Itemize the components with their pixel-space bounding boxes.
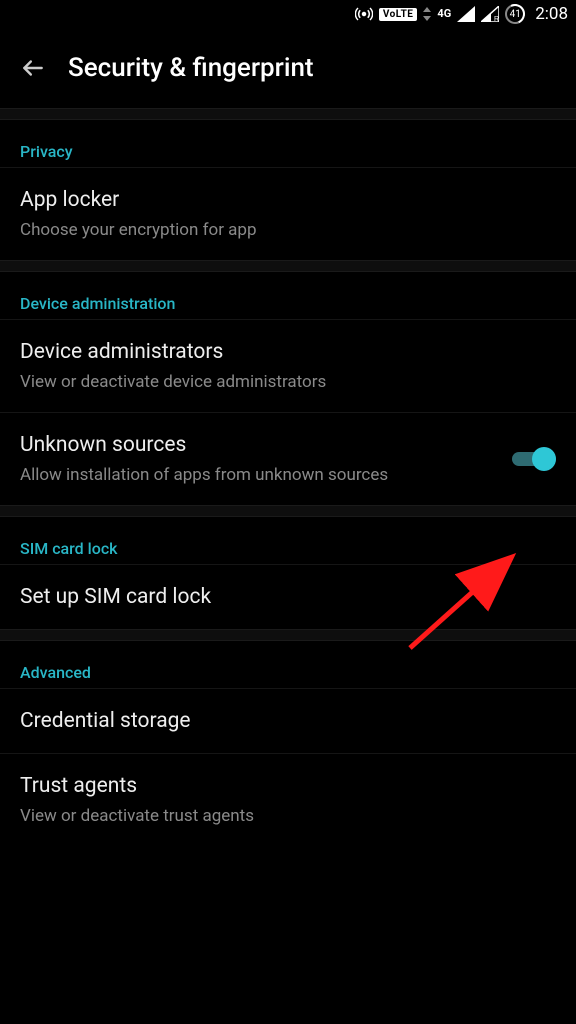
network-type-label: 4G xyxy=(437,9,451,19)
status-bar: VoLTE 4G R 41 2:08 xyxy=(0,0,576,28)
page-title: Security & fingerprint xyxy=(68,53,314,83)
toggle-thumb xyxy=(532,447,556,471)
section-divider xyxy=(0,505,576,517)
item-device-administrators[interactable]: Device administrators View or deactivate… xyxy=(0,319,576,412)
item-title: Unknown sources xyxy=(20,431,494,459)
section-header-device-admin: Device administration xyxy=(0,272,576,319)
battery-icon: 41 xyxy=(505,4,525,24)
item-title: Credential storage xyxy=(20,707,556,735)
item-subtitle: View or deactivate device administrators xyxy=(20,370,556,394)
item-unknown-sources[interactable]: Unknown sources Allow installation of ap… xyxy=(0,412,576,505)
item-app-locker[interactable]: App locker Choose your encryption for ap… xyxy=(0,167,576,260)
app-bar: Security & fingerprint xyxy=(0,28,576,108)
data-arrows-icon xyxy=(423,7,431,21)
svg-text:R: R xyxy=(494,16,499,22)
item-title: App locker xyxy=(20,186,556,214)
item-trust-agents[interactable]: Trust agents View or deactivate trust ag… xyxy=(0,753,576,846)
item-subtitle: Allow installation of apps from unknown … xyxy=(20,463,494,487)
unknown-sources-toggle[interactable] xyxy=(512,445,556,473)
item-credential-storage[interactable]: Credential storage xyxy=(0,688,576,753)
settings-list: Privacy App locker Choose your encryptio… xyxy=(0,108,576,846)
section-divider xyxy=(0,108,576,120)
item-subtitle: Choose your encryption for app xyxy=(20,218,556,242)
section-header-privacy: Privacy xyxy=(0,120,576,167)
battery-level: 41 xyxy=(510,9,521,20)
item-title: Trust agents xyxy=(20,772,556,800)
item-title: Set up SIM card lock xyxy=(20,583,556,611)
clock: 2:08 xyxy=(535,4,568,24)
item-sim-lock[interactable]: Set up SIM card lock xyxy=(0,564,576,629)
signal-roaming-icon: R xyxy=(481,6,499,22)
section-divider xyxy=(0,629,576,641)
section-header-sim: SIM card lock xyxy=(0,517,576,564)
section-header-advanced: Advanced xyxy=(0,641,576,688)
hotspot-icon xyxy=(355,5,373,23)
item-title: Device administrators xyxy=(20,338,556,366)
item-subtitle: View or deactivate trust agents xyxy=(20,804,556,828)
section-divider xyxy=(0,260,576,272)
signal-icon xyxy=(457,6,475,22)
volte-icon: VoLTE xyxy=(379,8,418,21)
back-icon[interactable] xyxy=(20,55,46,81)
